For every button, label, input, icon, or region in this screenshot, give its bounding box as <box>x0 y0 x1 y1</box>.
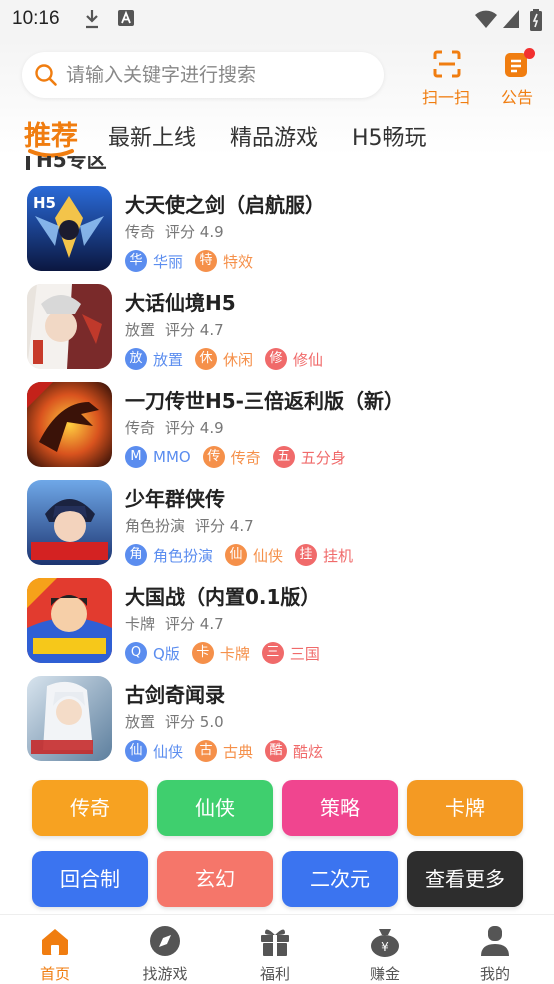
nav-profile[interactable]: 我的 <box>440 915 550 984</box>
game-category: 放置 <box>125 321 156 339</box>
home-icon <box>42 929 68 955</box>
nav-find-games[interactable]: 找游戏 <box>110 915 220 984</box>
user-icon <box>481 926 509 956</box>
game-rating: 评分 4.9 <box>165 223 224 241</box>
nav-welfare[interactable]: 福利 <box>220 915 330 984</box>
svg-text:H5: H5 <box>33 194 56 212</box>
game-item[interactable]: 一刀传世H5-三倍返利版（新） 传奇 评分 4.9 M MMO 传传奇 五五分身 <box>0 352 554 468</box>
game-rating: 评分 4.9 <box>165 419 224 437</box>
status-bar: 10:16 <box>0 0 554 38</box>
game-meta: 传奇 评分 4.9 <box>125 221 234 242</box>
nav-earn[interactable]: ¥ 赚金 <box>330 915 440 984</box>
scan-button[interactable]: 扫一扫 <box>418 50 474 107</box>
battery-icon <box>530 9 542 31</box>
nav-welfare-label: 福利 <box>259 965 290 983</box>
tab-newest[interactable]: 最新上线 <box>108 120 196 152</box>
top-header: 扫一扫 公告 推荐 最新上线 精品游戏 H5畅玩 <box>0 38 554 158</box>
game-meta: 放置 评分 4.7 <box>125 319 234 340</box>
game-item[interactable]: 少年群侠传 角色扮演 评分 4.7 角角色扮演 仙仙侠 挂挂机 <box>0 450 554 566</box>
category-button-anime[interactable]: 二次元 <box>282 851 398 907</box>
game-name: 大国战（内置0.1版） <box>125 585 321 609</box>
game-item[interactable]: 古剑奇闻录 放置 评分 5.0 仙仙侠 古古典 酷酷炫 <box>0 646 554 762</box>
nav-find-games-label: 找游戏 <box>142 965 188 983</box>
notice-label: 公告 <box>500 88 533 107</box>
game-rating: 评分 5.0 <box>165 713 224 731</box>
game-item[interactable]: 大话仙境H5 放置 评分 4.7 放放置 休休闲 修修仙 <box>0 254 554 370</box>
game-item[interactable]: H5 大天使之剑（启航服） 传奇 评分 4.9 华华丽 特特效 <box>0 156 554 272</box>
nav-home[interactable]: 首页 <box>0 915 110 984</box>
game-name: 大话仙境H5 <box>125 291 236 315</box>
status-time: 10:16 <box>12 8 60 29</box>
game-meta: 卡牌 评分 4.7 <box>125 613 234 634</box>
game-category: 角色扮演 <box>125 517 186 535</box>
game-meta: 角色扮演 评分 4.7 <box>125 515 264 536</box>
compass-icon <box>150 926 180 956</box>
wifi-icon <box>475 10 497 28</box>
search-bar[interactable] <box>22 52 384 98</box>
game-category: 放置 <box>125 713 156 731</box>
money-bag-icon: ¥ <box>371 929 399 957</box>
game-tag: 酷酷炫 <box>265 740 323 762</box>
scan-label: 扫一扫 <box>421 88 470 107</box>
game-meta: 传奇 评分 4.9 <box>125 417 234 438</box>
app-notification-icon <box>118 10 134 26</box>
game-name: 大天使之剑（启航服） <box>125 193 325 217</box>
nav-home-label: 首页 <box>39 965 70 983</box>
nav-earn-label: 赚金 <box>369 965 400 983</box>
category-button-legend[interactable]: 传奇 <box>32 780 148 836</box>
category-button-strategy[interactable]: 策略 <box>282 780 398 836</box>
category-button-xianxia[interactable]: 仙侠 <box>157 780 273 836</box>
game-category: 传奇 <box>125 419 156 437</box>
category-tabs: 推荐 最新上线 精品游戏 H5畅玩 <box>0 114 554 158</box>
game-meta: 放置 评分 5.0 <box>125 711 234 732</box>
game-tag: 仙仙侠 <box>125 740 183 762</box>
notice-button[interactable]: 公告 <box>489 48 545 107</box>
category-button-fantasy[interactable]: 玄幻 <box>157 851 273 907</box>
tab-featured[interactable]: 精品游戏 <box>230 120 318 152</box>
download-icon <box>86 10 98 29</box>
view-more-button[interactable]: 查看更多 <box>407 851 523 907</box>
game-list: H5专区 H5 大天使之剑（启航服） 传奇 评分 4.9 华华丽 特特效 大话仙… <box>0 156 554 766</box>
svg-text:¥: ¥ <box>381 940 389 954</box>
category-button-turn-based[interactable]: 回合制 <box>32 851 148 907</box>
signal-icon <box>503 10 519 28</box>
nav-profile-label: 我的 <box>479 965 510 983</box>
search-icon <box>35 64 57 86</box>
game-icon <box>27 676 112 761</box>
game-rating: 评分 4.7 <box>165 321 224 339</box>
search-input[interactable] <box>66 60 366 90</box>
game-name: 一刀传世H5-三倍返利版（新） <box>125 389 404 413</box>
game-category: 传奇 <box>125 223 156 241</box>
game-category: 卡牌 <box>125 615 156 633</box>
game-item[interactable]: 大国战（内置0.1版） 卡牌 评分 4.7 Q Q版 卡卡牌 三三国 <box>0 548 554 664</box>
game-tags: 仙仙侠 古古典 酷酷炫 <box>125 739 335 763</box>
tab-h5[interactable]: H5畅玩 <box>352 120 427 152</box>
game-rating: 评分 4.7 <box>165 615 224 633</box>
category-button-card[interactable]: 卡牌 <box>407 780 523 836</box>
game-tag: 古古典 <box>195 740 253 762</box>
notice-badge <box>524 48 535 59</box>
gift-icon <box>261 929 289 956</box>
scan-icon <box>433 50 461 78</box>
bottom-nav: 首页 找游戏 福利 ¥ 赚金 我的 <box>0 914 554 984</box>
game-rating: 评分 4.7 <box>195 517 254 535</box>
game-name: 少年群侠传 <box>125 487 225 511</box>
game-name: 古剑奇闻录 <box>125 683 225 707</box>
